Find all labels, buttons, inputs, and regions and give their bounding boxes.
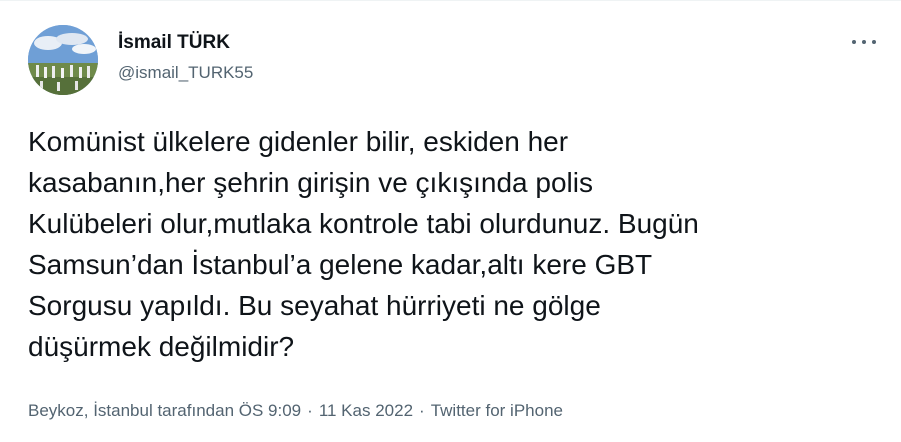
- author-name[interactable]: İsmail TÜRK: [118, 32, 230, 54]
- tweet-text: Komünist ülkelere gidenler bilir, eskide…: [28, 126, 699, 362]
- more-horizontal-icon: [852, 40, 856, 44]
- tweet-location[interactable]: Beykoz, İstanbul tarafından: [28, 401, 234, 420]
- avatar[interactable]: [28, 25, 98, 95]
- meta-separator: ·: [307, 401, 313, 420]
- author-handle[interactable]: @ismail_TURK55: [118, 63, 253, 83]
- more-options-button[interactable]: [849, 31, 879, 53]
- meta-separator: ·: [419, 401, 425, 420]
- tweet-date[interactable]: 11 Kas 2022: [319, 401, 413, 420]
- tweet-card: İsmail TÜRK @ismail_TURK55 Komünist ülke…: [0, 0, 901, 442]
- avatar-image: [28, 25, 98, 95]
- tweet-meta: Beykoz, İstanbul tarafından ÖS 9:09 · 11 K…: [28, 401, 563, 421]
- tweet-source[interactable]: Twitter for iPhone: [431, 401, 563, 420]
- tweet-time[interactable]: ÖS 9:09: [239, 401, 301, 420]
